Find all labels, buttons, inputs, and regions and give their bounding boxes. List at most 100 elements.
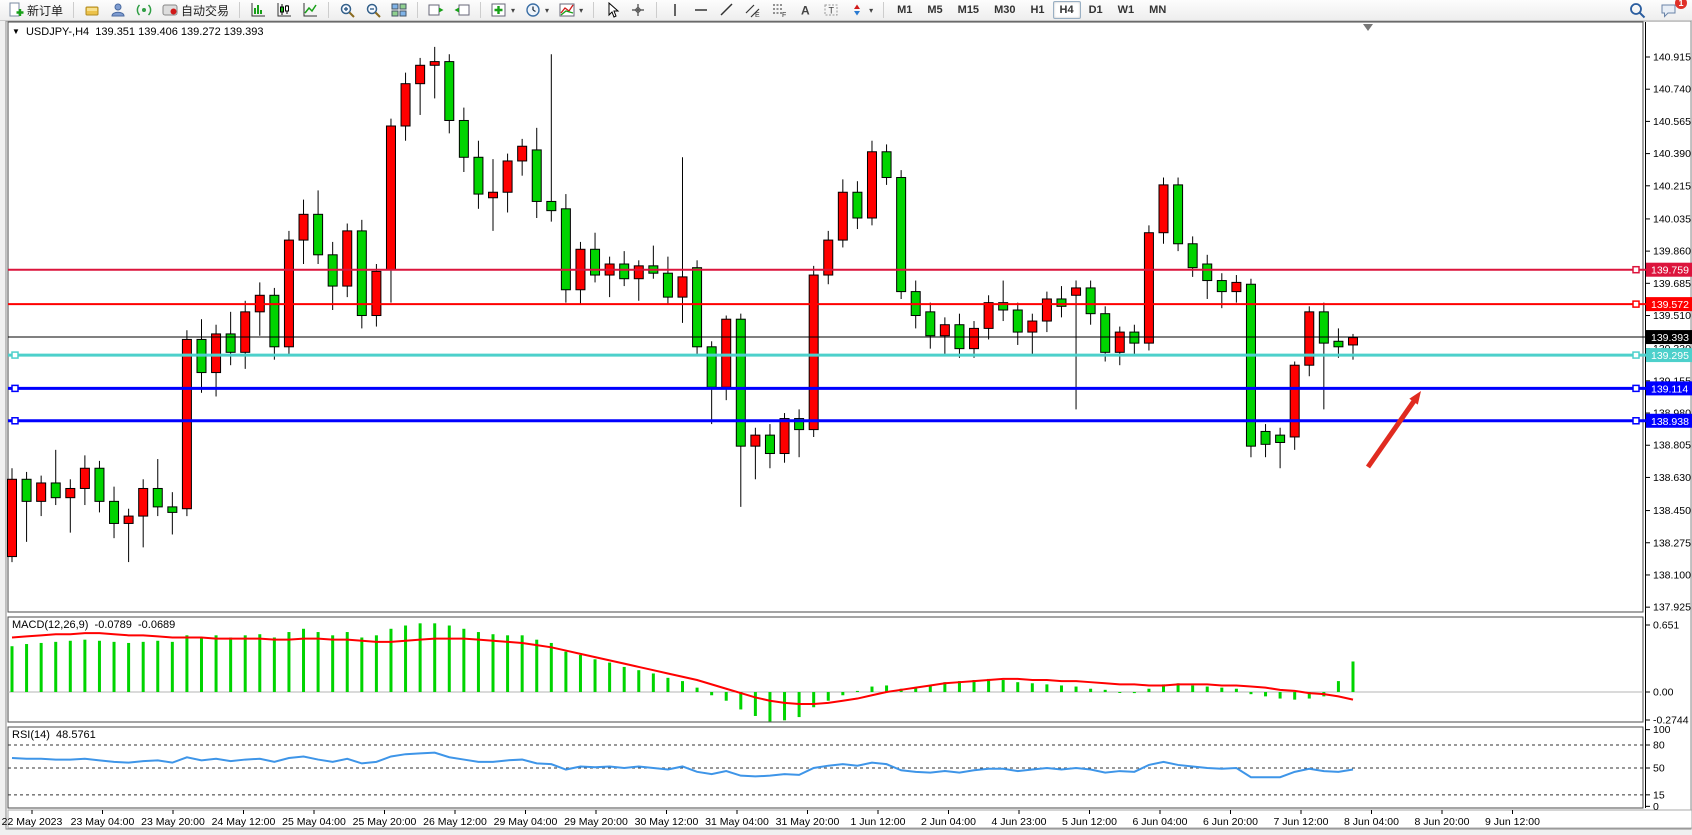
time-axis-label: 29 May 04:00 <box>494 816 558 828</box>
timeframe-H4[interactable]: H4 <box>1053 1 1081 19</box>
macd-histogram-bar <box>710 692 713 695</box>
macd-histogram-bar <box>1249 692 1252 694</box>
time-axis-label: 29 May 20:00 <box>564 816 628 828</box>
dropdown-caret: ▾ <box>869 6 873 15</box>
hline-handle[interactable] <box>12 418 18 424</box>
indicators-button[interactable]: ▾ <box>487 1 519 19</box>
trendline-button[interactable] <box>715 1 739 19</box>
search-button[interactable] <box>1625 1 1650 19</box>
hline-handle[interactable] <box>12 385 18 391</box>
separator <box>480 2 481 18</box>
zoom-out-icon <box>365 2 381 18</box>
text-label-button[interactable]: T <box>819 1 843 19</box>
equidistant-channel-icon: E <box>745 2 761 18</box>
hline-handle[interactable] <box>1633 301 1639 307</box>
arrows-button[interactable]: ▾ <box>845 1 877 19</box>
zoom-out-button[interactable] <box>361 1 385 19</box>
text-button[interactable]: A <box>793 1 817 19</box>
timeframe-M5[interactable]: M5 <box>920 1 949 19</box>
macd-axis-label: 0.00 <box>1653 687 1674 699</box>
vertical-line-button[interactable] <box>663 1 687 19</box>
hline-handle[interactable] <box>1633 267 1639 273</box>
svg-text:T: T <box>829 6 835 16</box>
macd-histogram-bar <box>229 638 232 693</box>
news-button[interactable] <box>132 1 156 19</box>
fibonacci-button[interactable]: F <box>767 1 791 19</box>
line-chart-button[interactable] <box>298 1 322 19</box>
zoom-in-button[interactable] <box>335 1 359 19</box>
candle <box>620 264 629 279</box>
price-tick-label: 138.805 <box>1653 440 1691 452</box>
macd-value-signal: -0.0689 <box>138 619 175 631</box>
hline-handle[interactable] <box>1633 352 1639 358</box>
horizontal-line-button[interactable] <box>689 1 713 19</box>
candle <box>867 152 876 218</box>
tile-windows-button[interactable] <box>387 1 411 19</box>
time-axis-label: 26 May 12:00 <box>423 816 487 828</box>
candle <box>1174 185 1183 244</box>
time-axis-label: 7 Jun 12:00 <box>1274 816 1329 828</box>
chart-shift-button[interactable] <box>450 1 474 19</box>
candle <box>751 435 760 446</box>
candle <box>940 325 949 336</box>
candle <box>343 231 352 286</box>
templates-button[interactable]: ▾ <box>555 1 587 19</box>
macd-histogram-bar <box>637 670 640 692</box>
candle <box>489 192 498 198</box>
candle <box>1261 431 1270 444</box>
hline-handle[interactable] <box>1633 418 1639 424</box>
terminal-button[interactable] <box>106 1 130 19</box>
ohlc-values: 139.351 139.406 139.272 139.393 <box>95 26 263 38</box>
cursor-button[interactable] <box>600 1 624 19</box>
macd-histogram-bar <box>25 644 28 692</box>
bar-chart-button[interactable] <box>246 1 270 19</box>
tile-windows-icon <box>391 2 407 18</box>
candlestick-chart-button[interactable] <box>272 1 296 19</box>
new-order-icon <box>8 2 24 18</box>
macd-histogram-bar <box>287 632 290 692</box>
main-pane[interactable] <box>8 22 1643 612</box>
macd-histogram-bar <box>142 642 145 692</box>
rsi-axis-label: 50 <box>1653 763 1665 775</box>
candle <box>926 312 935 336</box>
candle <box>1057 299 1066 306</box>
periods-button[interactable]: ▾ <box>521 1 553 19</box>
candle <box>182 339 191 508</box>
candle <box>401 84 410 126</box>
macd-histogram-bar <box>331 635 334 692</box>
timeframe-MN[interactable]: MN <box>1142 1 1173 19</box>
autotrade-button[interactable]: 自动交易 <box>158 1 233 19</box>
svg-text:E: E <box>755 12 760 18</box>
timeframe-H1[interactable]: H1 <box>1023 1 1051 19</box>
macd-histogram-bar <box>375 635 378 692</box>
chart-title: ▼ USDJPY-,H4 139.351 139.406 139.272 139… <box>12 26 264 38</box>
macd-histogram-bar <box>1147 689 1150 692</box>
clock-icon <box>525 2 541 18</box>
hline-handle[interactable] <box>12 352 18 358</box>
macd-histogram-bar <box>1264 692 1267 696</box>
macd-histogram-bar <box>594 659 597 692</box>
collapse-triangle-icon[interactable]: ▼ <box>12 27 20 36</box>
candle <box>95 468 104 501</box>
candle <box>1144 233 1153 343</box>
timeframe-M1[interactable]: M1 <box>890 1 919 19</box>
timeframe-D1[interactable]: D1 <box>1082 1 1110 19</box>
macd-histogram-bar <box>360 638 363 693</box>
timeframe-M30[interactable]: M30 <box>987 1 1022 19</box>
timeframe-W1[interactable]: W1 <box>1111 1 1142 19</box>
macd-pane[interactable] <box>8 617 1643 722</box>
gold-button[interactable] <box>80 1 104 19</box>
rsi-axis-label: 0 <box>1653 801 1659 813</box>
chart-canvas[interactable]: 140.915140.740140.565140.390140.215140.0… <box>0 0 1692 835</box>
macd-histogram-bar <box>433 623 436 692</box>
crosshair-button[interactable] <box>626 1 650 19</box>
auto-scroll-button[interactable] <box>424 1 448 19</box>
new-order-button[interactable]: 新订单 <box>4 1 67 19</box>
equidistant-channel-button[interactable]: E <box>741 1 765 19</box>
macd-histogram-bar <box>768 692 771 721</box>
timeframe-M15[interactable]: M15 <box>951 1 986 19</box>
hline-handle[interactable] <box>1633 385 1639 391</box>
autotrade-label: 自动交易 <box>181 2 229 19</box>
notifications-button[interactable]: 1 <box>1656 1 1682 19</box>
candle <box>37 483 46 501</box>
